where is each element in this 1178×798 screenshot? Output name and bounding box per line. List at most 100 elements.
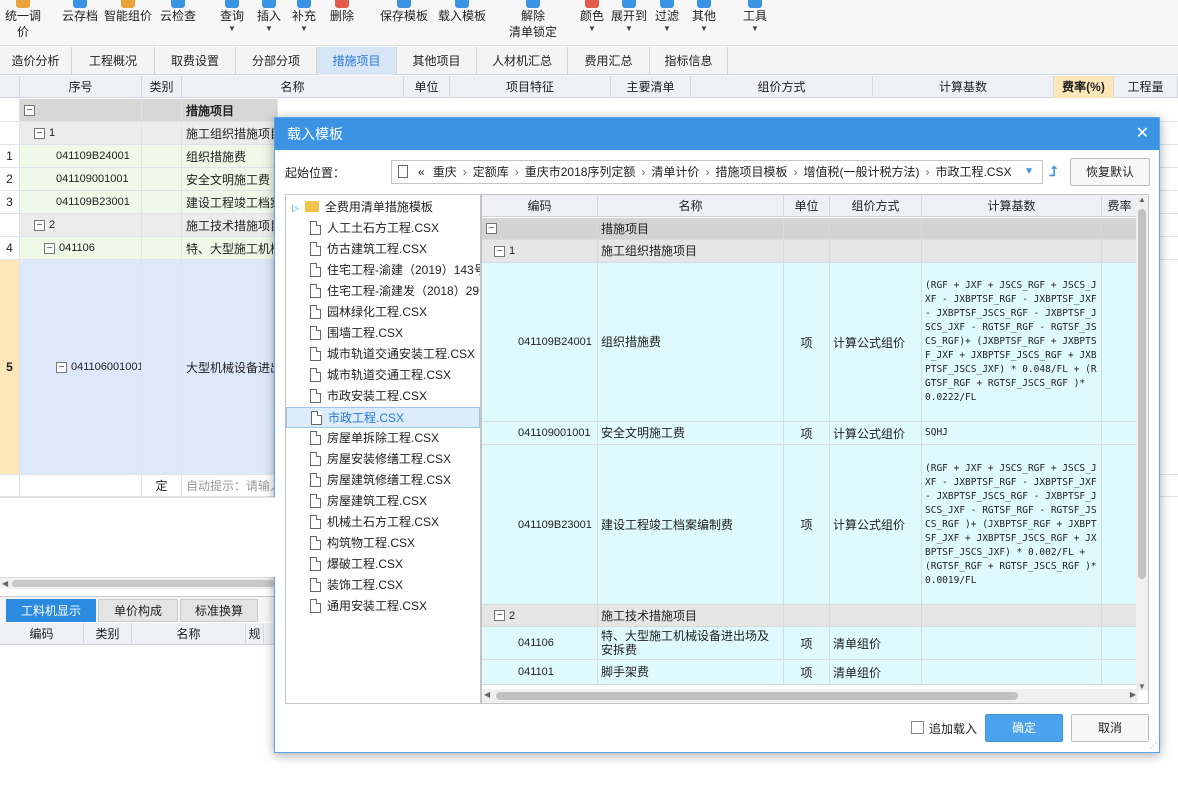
preview-row[interactable]: 041109B24001 组织措施费项计算公式组价 (RGF + JXF + JSC… xyxy=(482,263,1138,422)
append-load-checkbox[interactable] xyxy=(911,721,924,734)
main-hscroll-thumb[interactable] xyxy=(12,580,274,587)
tree-file-item[interactable]: 构筑物工程.CSX xyxy=(286,533,480,554)
scroll-up-arrow-icon[interactable]: ▲ xyxy=(1138,195,1146,204)
preview-vscroll[interactable]: ▲ ▼ xyxy=(1136,195,1148,691)
collapse-icon[interactable]: − xyxy=(494,245,505,257)
toolbar-insert-button[interactable]: 插入 ▼ xyxy=(255,0,283,46)
collapse-icon[interactable]: − xyxy=(56,361,67,373)
tree-file-item[interactable]: 房屋建筑工程.CSX xyxy=(286,491,480,512)
grid-col-header[interactable]: 计算基数 xyxy=(873,76,1054,98)
scroll-left-arrow-icon[interactable]: ◀ xyxy=(484,690,490,699)
bottom-tab-2[interactable]: 标准换算 xyxy=(180,599,258,622)
bottom-col-header[interactable]: 名称 xyxy=(132,623,246,645)
tab-7[interactable]: 费用汇总 xyxy=(568,47,650,75)
tree-file-item[interactable]: 通用安装工程.CSX xyxy=(286,596,480,617)
collapse-icon[interactable]: − xyxy=(34,127,45,139)
path-segment[interactable]: 措施项目模板 xyxy=(715,165,787,179)
bottom-col-header[interactable]: 规 xyxy=(246,623,264,645)
bottom-col-header[interactable]: 类别 xyxy=(84,623,132,645)
cancel-button[interactable]: 取消 xyxy=(1071,714,1149,742)
path-segment[interactable]: 重庆市2018序列定额 xyxy=(525,165,636,179)
main-hscroll[interactable]: ◀ xyxy=(0,577,275,589)
preview-col-header[interactable]: 编码 xyxy=(482,195,598,217)
tab-4[interactable]: 措施项目 xyxy=(317,47,397,75)
preview-col-header[interactable]: 费率 xyxy=(1102,195,1138,217)
tree-file-item[interactable]: 市政安装工程.CSX xyxy=(286,386,480,407)
append-load-label[interactable]: 追加载入 xyxy=(929,720,977,737)
preview-vscroll-thumb[interactable] xyxy=(1138,209,1146,579)
tab-8[interactable]: 指标信息 xyxy=(650,47,728,75)
toolbar-cloud-save-button[interactable]: 云存档 xyxy=(60,0,100,46)
grid-col-header[interactable]: 主要清单 xyxy=(611,76,691,98)
ok-button[interactable]: 确定 xyxy=(985,714,1063,742)
tree-root-folder[interactable]: ▷ 全费用清单措施模板 xyxy=(286,197,480,218)
toolbar-tools-button[interactable]: 工具 ▼ xyxy=(740,0,770,46)
tab-2[interactable]: 取费设置 xyxy=(155,47,236,75)
toolbar-smart-price-button[interactable]: 智能组价 xyxy=(102,0,154,46)
grid-col-header[interactable]: 组价方式 xyxy=(691,76,873,98)
row-name[interactable]: 建设工程竣工档案 xyxy=(182,191,278,213)
bottom-tab-0[interactable]: 工料机显示 xyxy=(6,599,96,622)
tab-0[interactable]: 造价分析 xyxy=(0,47,72,75)
grid-col-header[interactable]: 单位 xyxy=(404,76,450,98)
preview-hscroll[interactable]: ◀ ▶ xyxy=(482,689,1138,703)
preview-col-header[interactable]: 单位 xyxy=(784,195,830,217)
tree-file-item[interactable]: 市政工程.CSX xyxy=(286,407,480,428)
dialog-titlebar[interactable]: 载入模板 ✕ xyxy=(275,118,1159,150)
toolbar-delete-button[interactable]: 删除 xyxy=(327,0,357,46)
tree-file-item[interactable]: 人工土石方工程.CSX xyxy=(286,218,480,239)
tree-file-item[interactable]: 装饰工程.CSX xyxy=(286,575,480,596)
tree-file-item[interactable]: 爆破工程.CSX xyxy=(286,554,480,575)
toolbar-cloud-check-button[interactable]: 云检查 xyxy=(156,0,200,46)
row-name[interactable]: 措施项目 xyxy=(182,99,278,121)
tree-file-item[interactable]: 房屋建筑修缮工程.CSX xyxy=(286,470,480,491)
path-segment[interactable]: 重庆 xyxy=(433,165,457,179)
bottom-tab-1[interactable]: 单价构成 xyxy=(98,599,178,622)
preview-row[interactable]: 041109001001 安全文明施工费项计算公式组价 SQHJ xyxy=(482,422,1138,445)
toolbar-expand-to-button[interactable]: 展开到 ▼ xyxy=(610,0,648,46)
grid-col-header[interactable]: 序号 xyxy=(20,76,142,98)
tab-3[interactable]: 分部分项 xyxy=(236,47,317,75)
toolbar-load-template-button[interactable]: 载入模板 xyxy=(436,0,488,46)
toolbar-other-button[interactable]: 其他 ▼ xyxy=(690,0,718,46)
tab-5[interactable]: 其他项目 xyxy=(397,47,477,75)
collapse-icon[interactable]: − xyxy=(44,242,55,254)
grid-col-header[interactable]: 工程量 xyxy=(1114,76,1178,98)
tree-file-item[interactable]: 城市轨道交通安装工程.CSX xyxy=(286,344,480,365)
row-name[interactable]: 施工技术措施项目 xyxy=(182,214,278,236)
toolbar-save-template-button[interactable]: 保存模板 xyxy=(378,0,430,46)
collapse-icon[interactable]: − xyxy=(494,610,505,621)
collapse-icon[interactable]: − xyxy=(486,223,497,234)
grid-col-header[interactable]: 费率(%) xyxy=(1054,76,1114,98)
path-segment[interactable]: 定额库 xyxy=(473,165,509,179)
preview-row[interactable]: 041101 脚手架费项清单组价 xyxy=(482,660,1138,685)
preview-row[interactable]: −1 施工组织措施项目 xyxy=(482,240,1138,263)
row-name[interactable]: 施工组织措施项目 xyxy=(182,122,278,144)
tree-file-item[interactable]: 住宅工程-渝建（2019）143号 xyxy=(286,260,480,281)
row-name[interactable]: 自动提示：请输入 xyxy=(182,475,278,496)
path-segment[interactable]: 增值税(一般计税方法) xyxy=(803,165,919,179)
tab-6[interactable]: 人材机汇总 xyxy=(477,47,568,75)
tree-file-item[interactable]: 机械土石方工程.CSX xyxy=(286,512,480,533)
scroll-down-arrow-icon[interactable]: ▼ xyxy=(1138,682,1146,691)
resize-grip-icon[interactable]: ⋰ xyxy=(1149,741,1157,750)
row-name[interactable]: 大型机械设备进出 xyxy=(182,260,278,474)
preview-col-header[interactable]: 名称 xyxy=(598,195,784,217)
scroll-left-arrow-icon[interactable]: ◀ xyxy=(2,579,8,588)
row-name[interactable]: 特、大型施工机械 xyxy=(182,237,278,259)
row-name[interactable]: 组织措施费 xyxy=(182,145,278,167)
path-segment[interactable]: 市政工程.CSX xyxy=(935,165,1011,179)
preview-row[interactable]: − 措施项目 xyxy=(482,218,1138,240)
chevron-right-icon[interactable]: ▷ xyxy=(292,203,299,213)
path-segment[interactable]: « xyxy=(418,165,425,179)
path-segment[interactable]: 清单计价 xyxy=(651,165,699,179)
preview-row[interactable]: 041106 特、大型施工机械设备进出场及安拆费项清单组价 xyxy=(482,627,1138,660)
bottom-col-header[interactable]: 编码 xyxy=(0,623,84,645)
chevron-down-icon[interactable]: ▼ xyxy=(1024,161,1034,183)
collapse-icon[interactable]: − xyxy=(34,219,45,231)
restore-default-button[interactable]: 恢复默认 xyxy=(1070,158,1150,186)
collapse-icon[interactable]: − xyxy=(24,104,35,116)
tree-file-item[interactable]: 围墙工程.CSX xyxy=(286,323,480,344)
toolbar-adjust-price-button[interactable]: 统一调价 xyxy=(0,0,46,46)
toolbar-unlock-button[interactable]: 解除 清单锁定 xyxy=(506,0,560,46)
